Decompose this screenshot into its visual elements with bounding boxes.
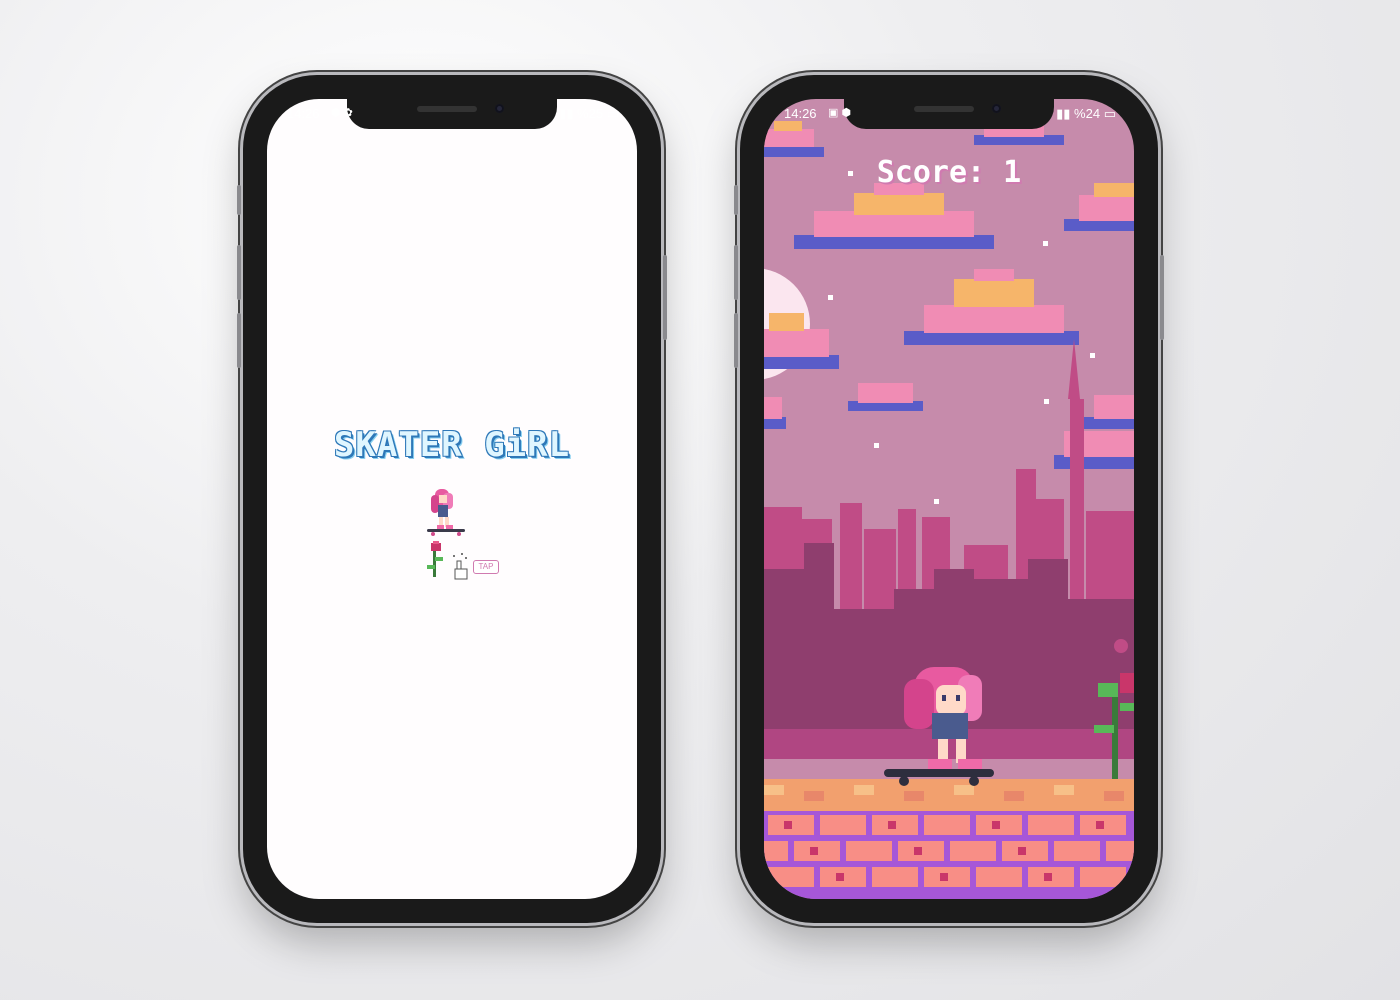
ground-top [764,779,1134,811]
notification-icons: ▣ ⬢ [828,107,852,119]
game-screen[interactable]: 14:26 ▣ ⬢ ▮▮ %24 ▭ Score: 1 [764,99,1134,899]
cloud [1084,395,1134,429]
status-bar: 14:26 ▣ ⬢ ▮▮ %24 ▭ [764,99,1134,127]
splash-screen[interactable]: 14:26 ⬢ ✿ ▮▮ %25 ▭ SKATER GiRL TAP [267,99,637,899]
cloud [1054,431,1134,469]
battery-level: %24 [1074,106,1101,121]
status-right: ▮▮ %24 ▭ [1056,106,1116,122]
tap-badge: TAP [473,560,499,574]
notification-icons: ⬢ ✿ [331,107,353,119]
phone-left: 14:26 ⬢ ✿ ▮▮ %25 ▭ SKATER GiRL TAP [237,75,667,923]
game-scene [764,121,1134,899]
status-time: 14:26 [287,106,320,121]
side-button [734,185,738,215]
obstacle-plant-icon [427,541,468,580]
power-button [663,255,667,340]
cloud [1064,183,1134,231]
power-button [1160,255,1164,340]
battery-icon: ▭ [1103,106,1116,121]
battery-level: %25 [577,106,604,121]
cloud [904,269,1079,345]
signal-icon: ▮▮ [1056,106,1071,121]
battery-icon: ▭ [606,106,619,121]
star [874,443,879,448]
signal-icon: ▮▮ [559,106,574,121]
status-time: 14:26 [784,106,817,121]
star [1044,399,1049,404]
brick-wall [764,811,1134,899]
volume-up-button [237,245,241,300]
volume-up-button [734,245,738,300]
cloud [794,183,994,249]
star [934,499,939,504]
cloud [764,313,839,369]
side-button [237,185,241,215]
cloud [848,383,923,411]
status-bar: 14:26 ⬢ ✿ ▮▮ %25 ▭ [267,99,637,127]
game-title: SKATER GiRL [333,425,571,465]
star [1043,241,1048,246]
volume-down-button [734,313,738,368]
skater-girl-sprite [427,489,465,536]
cloud [764,397,786,429]
score-label: Score: 1 [876,155,1022,190]
phone-right: 14:26 ▣ ⬢ ▮▮ %24 ▭ Score: 1 [734,75,1164,923]
star [1090,353,1095,358]
star [828,295,833,300]
volume-down-button [237,313,241,368]
status-right: ▮▮ %25 ▭ [559,106,619,122]
